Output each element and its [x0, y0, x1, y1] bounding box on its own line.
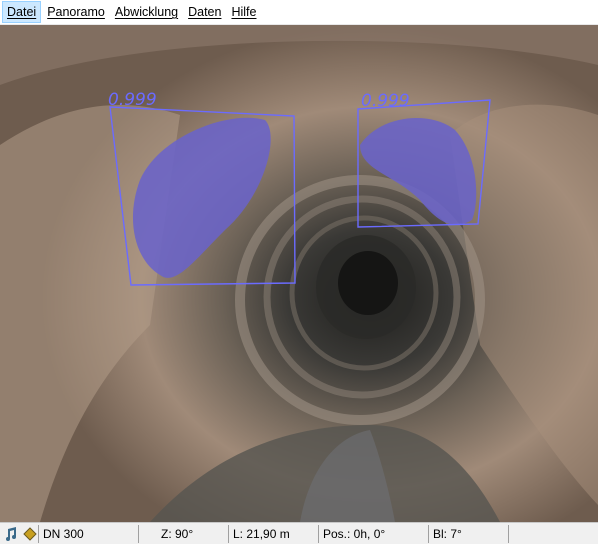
menu-hilfe[interactable]: Hilfe	[227, 1, 260, 23]
menu-daten[interactable]: Daten	[184, 1, 225, 23]
status-bl: Bl: 7°	[428, 524, 508, 543]
menu-datei[interactable]: Datei	[2, 1, 42, 23]
status-position: Pos.: 0h, 0°	[318, 524, 428, 543]
status-zoom: Z: 90°	[138, 524, 228, 543]
status-length: L: 21,90 m	[228, 524, 318, 543]
music-note-icon[interactable]	[3, 526, 19, 542]
pipe-camera-view[interactable]: 0.999 0.999	[0, 25, 598, 522]
diamond-icon[interactable]	[22, 526, 38, 542]
detection-label-left: 0.999	[108, 90, 157, 110]
menu-panoramo[interactable]: Panoramo	[43, 1, 109, 23]
status-empty	[508, 524, 598, 543]
menu-bar: Datei Panoramo Abwicklung Daten Hilfe	[0, 0, 598, 25]
pipe-scene: 0.999 0.999	[0, 25, 598, 522]
status-bar: DN 300 Z: 90° L: 21,90 m Pos.: 0h, 0° Bl…	[0, 522, 598, 544]
menu-abwicklung[interactable]: Abwicklung	[111, 1, 182, 23]
status-diameter: DN 300	[38, 524, 138, 543]
detection-label-right: 0.999	[361, 91, 410, 111]
pipe-vanishing-point	[338, 251, 398, 315]
